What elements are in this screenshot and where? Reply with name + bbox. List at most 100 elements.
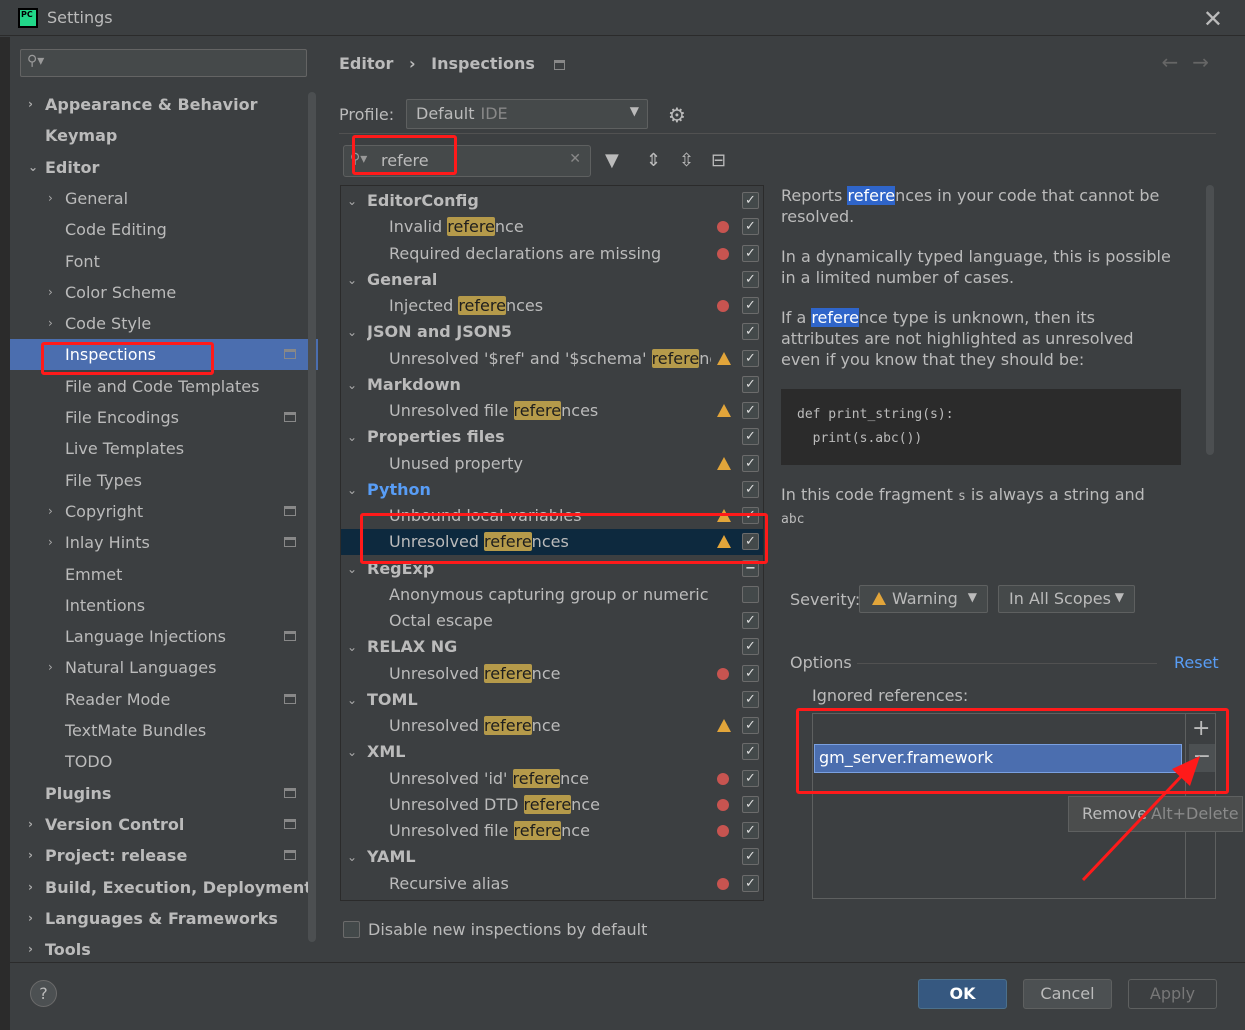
- apply-button[interactable]: Apply: [1128, 979, 1217, 1009]
- expand-all-icon[interactable]: ⇕: [646, 150, 661, 171]
- tree-inspection-row[interactable]: Unresolved file reference ✓: [341, 818, 763, 844]
- enable-checkbox[interactable]: ✓: [742, 664, 759, 682]
- tree-inspection-row[interactable]: Unused property ✓: [341, 451, 763, 477]
- tree-group-row[interactable]: ⌄ TOML ✓: [341, 687, 763, 713]
- sidebar-item-code-editing[interactable]: Code Editing: [10, 214, 318, 245]
- enable-checkbox[interactable]: ✓: [742, 270, 759, 288]
- tree-inspection-row[interactable]: Unresolved reference ✓: [341, 661, 763, 687]
- enable-checkbox[interactable]: ✓: [742, 297, 759, 314]
- tree-inspection-row[interactable]: Unresolved DTD reference ✓: [341, 792, 763, 818]
- sidebar-item-file-types[interactable]: File Types: [10, 465, 318, 496]
- chevron-right-icon[interactable]: ›: [48, 527, 53, 558]
- chevron-down-icon[interactable]: ⌄: [347, 188, 357, 214]
- enable-checkbox[interactable]: ✓: [742, 612, 759, 629]
- tree-inspection-row[interactable]: Octal escape ✓: [341, 608, 763, 634]
- tree-inspection-row[interactable]: Unresolved 'id' reference ✓: [341, 766, 763, 792]
- help-button[interactable]: ?: [30, 980, 57, 1007]
- sidebar-item-textmate-bundles[interactable]: TextMate Bundles: [10, 715, 318, 746]
- reset-to-empty-icon[interactable]: ⊟: [711, 150, 726, 171]
- tree-group-row[interactable]: ⌄ YAML ✓: [341, 844, 763, 870]
- chevron-down-icon[interactable]: ⌄: [347, 477, 357, 503]
- chevron-right-icon[interactable]: ›: [48, 183, 53, 214]
- chevron-right-icon[interactable]: ›: [28, 840, 33, 871]
- enable-checkbox[interactable]: ✓: [742, 218, 759, 236]
- chevron-right-icon[interactable]: ›: [28, 903, 33, 934]
- chevron-down-icon[interactable]: ⌄: [347, 372, 357, 398]
- tree-inspection-row[interactable]: Recursive alias ✓: [341, 871, 763, 897]
- chevron-right-icon[interactable]: ›: [48, 308, 53, 339]
- settings-search-input[interactable]: ⚲▾: [20, 49, 307, 77]
- enable-checkbox[interactable]: ✓: [742, 638, 759, 656]
- sidebar-item-tools[interactable]: › Tools: [10, 934, 318, 965]
- cancel-button[interactable]: Cancel: [1023, 979, 1112, 1009]
- close-icon[interactable]: ✕: [1203, 5, 1223, 33]
- enable-checkbox[interactable]: ✓: [742, 690, 759, 708]
- enable-checkbox[interactable]: ✓: [742, 244, 759, 262]
- enable-checkbox[interactable]: ✓: [742, 874, 759, 892]
- ok-button[interactable]: OK: [918, 979, 1007, 1009]
- scope-dropdown[interactable]: In All Scopes ▼: [998, 585, 1135, 613]
- sidebar-item-code-style[interactable]: › Code Style: [10, 308, 318, 339]
- disable-new-inspections-checkbox[interactable]: [343, 921, 360, 938]
- chevron-right-icon[interactable]: ›: [28, 872, 33, 903]
- tree-group-row[interactable]: ⌄ Python ✓: [341, 477, 763, 503]
- tree-inspection-row[interactable]: Required declarations are missing ✓: [341, 241, 763, 267]
- sidebar-item-intentions[interactable]: Intentions: [10, 590, 318, 621]
- tree-group-row[interactable]: ⌄ Properties files ✓: [341, 424, 763, 450]
- breadcrumb-editor[interactable]: Editor: [339, 54, 393, 73]
- chevron-down-icon[interactable]: ⌄: [347, 267, 357, 293]
- collapse-all-icon[interactable]: ⇳: [679, 150, 694, 171]
- sidebar-item-project-release[interactable]: › Project: release: [10, 840, 318, 871]
- tree-group-row[interactable]: ⌄ EditorConfig ✓: [341, 188, 763, 214]
- sidebar-scrollbar[interactable]: [308, 92, 316, 942]
- sidebar-item-language-injections[interactable]: Language Injections: [10, 621, 318, 652]
- sidebar-item-natural-languages[interactable]: › Natural Languages: [10, 652, 318, 683]
- enable-checkbox[interactable]: ✓: [742, 192, 759, 209]
- chevron-down-icon[interactable]: ⌄: [347, 319, 357, 345]
- enable-checkbox[interactable]: ✓: [742, 585, 759, 603]
- tree-inspection-row[interactable]: Unresolved '$ref' and '$schema' referenc…: [341, 346, 763, 372]
- forward-arrow-icon[interactable]: →: [1192, 50, 1223, 74]
- sidebar-item-inlay-hints[interactable]: › Inlay Hints: [10, 527, 318, 558]
- enable-checkbox[interactable]: ✓: [742, 769, 759, 787]
- sidebar-item-file-encodings[interactable]: File Encodings: [10, 402, 318, 433]
- chevron-down-icon[interactable]: ⌄: [347, 687, 357, 713]
- chevron-right-icon[interactable]: ›: [28, 89, 33, 120]
- sidebar-item-plugins[interactable]: Plugins: [10, 778, 318, 809]
- tree-inspection-row[interactable]: Anonymous capturing group or numeric bac…: [341, 582, 763, 608]
- enable-checkbox[interactable]: ✓: [742, 480, 759, 498]
- tree-group-row[interactable]: ⌄ XML ✓: [341, 739, 763, 765]
- sidebar-item-keymap[interactable]: Keymap: [10, 120, 318, 151]
- chevron-down-icon[interactable]: ⌄: [347, 739, 357, 765]
- sidebar-item-languages-frameworks[interactable]: › Languages & Frameworks: [10, 903, 318, 934]
- chevron-down-icon[interactable]: ⌄: [347, 556, 357, 582]
- chevron-down-icon[interactable]: ⌄: [347, 844, 357, 870]
- chevron-down-icon[interactable]: ⌄: [347, 424, 357, 450]
- enable-checkbox[interactable]: ✓: [742, 454, 759, 472]
- tree-inspection-row[interactable]: Invalid reference ✓: [341, 214, 763, 240]
- enable-checkbox[interactable]: ✓: [742, 848, 759, 866]
- tree-group-row[interactable]: ⌄ JSON and JSON5 ✓: [341, 319, 763, 345]
- sidebar-item-general[interactable]: › General: [10, 183, 318, 214]
- enable-checkbox[interactable]: ✓: [742, 375, 759, 393]
- tree-inspection-row[interactable]: Unresolved reference ✓: [341, 713, 763, 739]
- disable-new-inspections-row[interactable]: Disable new inspections by default: [343, 920, 647, 939]
- back-arrow-icon[interactable]: ←: [1161, 50, 1192, 74]
- chevron-right-icon[interactable]: ›: [48, 652, 53, 683]
- chevron-right-icon[interactable]: ›: [28, 934, 33, 965]
- profile-dropdown[interactable]: Default IDE ▼: [406, 99, 648, 129]
- tree-group-row[interactable]: ⌄ Markdown ✓: [341, 372, 763, 398]
- sidebar-item-font[interactable]: Font: [10, 246, 318, 277]
- tree-inspection-row[interactable]: Unresolved file references ✓: [341, 398, 763, 424]
- sidebar-item-emmet[interactable]: Emmet: [10, 559, 318, 590]
- enable-checkbox[interactable]: ✓: [742, 402, 759, 419]
- description-scrollbar[interactable]: [1206, 185, 1214, 455]
- enable-checkbox[interactable]: ✓: [742, 717, 759, 734]
- sidebar-item-todo[interactable]: TODO: [10, 746, 318, 777]
- clear-icon[interactable]: ✕: [569, 151, 581, 167]
- enable-checkbox[interactable]: ✓: [742, 795, 759, 813]
- enable-checkbox[interactable]: ✓: [742, 743, 759, 761]
- sidebar-item-color-scheme[interactable]: › Color Scheme: [10, 277, 318, 308]
- sidebar-item-build-execution-deployment[interactable]: › Build, Execution, Deployment: [10, 872, 318, 903]
- sidebar-item-appearance-behavior[interactable]: › Appearance & Behavior: [10, 89, 318, 120]
